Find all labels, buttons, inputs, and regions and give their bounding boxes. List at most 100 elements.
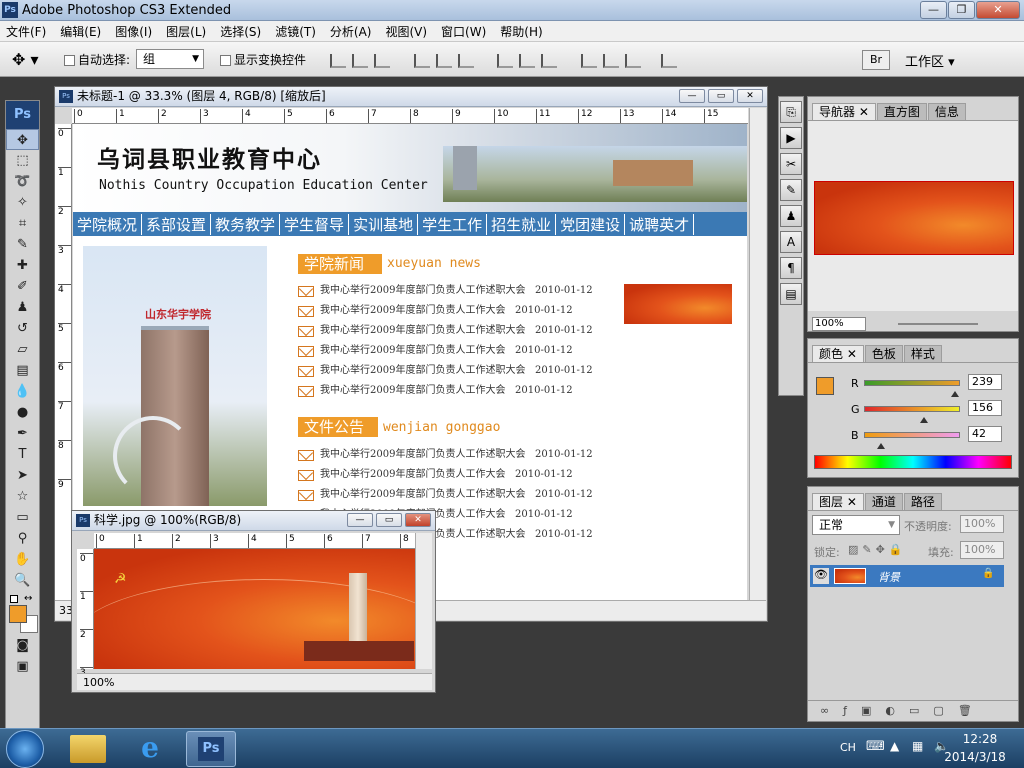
bridge-icon[interactable]: Br	[862, 50, 890, 70]
lock-icons[interactable]: ▨✎✥🔒	[848, 543, 907, 556]
b-value-field[interactable]: 42	[968, 426, 1002, 442]
tab-color[interactable]: 颜色 ✕	[812, 345, 864, 362]
list-item[interactable]: 我中心举行2009年度部门负责人工作述职大会 2010-01-12	[298, 445, 618, 465]
maximize-button[interactable]: ❐	[948, 1, 975, 19]
doc2-vertical-scrollbar[interactable]	[415, 533, 432, 669]
workspace-button[interactable]: 工作区 ▾	[905, 51, 955, 70]
align-top-icon[interactable]	[330, 53, 346, 68]
opacity-field[interactable]: 100%	[960, 515, 1004, 533]
actions-panel-icon[interactable]: ▶	[780, 127, 802, 149]
site-nav-item[interactable]: 教务教学	[211, 213, 281, 235]
g-slider-thumb[interactable]	[919, 413, 928, 423]
clone-stamp-icon[interactable]: ♟	[6, 297, 39, 318]
menu-select[interactable]: 选择(S)	[220, 23, 261, 40]
minimize-button[interactable]: —	[920, 1, 947, 19]
tab-info[interactable]: 信息	[927, 103, 966, 120]
menu-filter[interactable]: 滤镜(T)	[275, 23, 316, 40]
doc-close-button[interactable]: ✕	[737, 89, 763, 103]
distribute-left-icon[interactable]	[580, 53, 597, 68]
gradient-tool-icon[interactable]: ▤	[6, 360, 39, 381]
menu-window[interactable]: 窗口(W)	[441, 23, 486, 40]
clone-source-icon[interactable]: ♟	[780, 205, 802, 227]
tab-histogram[interactable]: 直方图	[876, 103, 927, 120]
move-tool-icon[interactable]: ✥ ▾	[12, 50, 39, 69]
network-icon[interactable]: ▦	[912, 739, 923, 753]
clock-time[interactable]: 12:28	[952, 732, 1008, 746]
auto-align-icon[interactable]	[660, 53, 677, 68]
list-item[interactable]: 我中心举行2009年度部门负责人工作述职大会 2010-01-12	[298, 281, 618, 301]
tool-presets-icon[interactable]: ✂	[780, 153, 802, 175]
auto-select-option[interactable]: 自动选择:	[64, 51, 130, 68]
site-nav-item[interactable]: 招生就业	[487, 213, 557, 235]
eraser-tool-icon[interactable]: ▱	[6, 339, 39, 360]
path-select-icon[interactable]: ➤	[6, 465, 39, 486]
vertical-scrollbar[interactable]	[749, 108, 766, 600]
distribute-hcenter-icon[interactable]	[602, 53, 619, 68]
type-tool-icon[interactable]: T	[6, 444, 39, 465]
dodge-tool-icon[interactable]: ●	[6, 402, 39, 423]
default-colors-icon[interactable]	[10, 595, 18, 603]
menu-image[interactable]: 图像(I)	[115, 23, 152, 40]
pen-tool-icon[interactable]: ✒	[6, 423, 39, 444]
menu-edit[interactable]: 编辑(E)	[60, 23, 101, 40]
shape-tool-icon[interactable]: ☆	[6, 486, 39, 507]
tab-layers[interactable]: 图层 ✕	[812, 493, 864, 510]
auto-select-dropdown[interactable]: 组 ▼	[136, 49, 204, 69]
screen-mode-icon[interactable]: ▣	[6, 656, 39, 677]
align-vcenter-icon[interactable]	[352, 53, 368, 68]
r-value-field[interactable]: 239	[968, 374, 1002, 390]
move-tool-icon[interactable]: ✥	[6, 129, 39, 150]
distribute-top-icon[interactable]	[497, 53, 514, 68]
doc2-close-button[interactable]: ✕	[405, 513, 431, 527]
align-right-icon[interactable]	[457, 53, 474, 68]
magic-wand-tool-icon[interactable]: ✧	[6, 192, 39, 213]
character-panel-icon[interactable]: A	[780, 231, 802, 253]
eye-icon[interactable]: 👁	[813, 568, 829, 584]
list-item[interactable]: 我中心举行2009年度部门负责人工作述职大会 2010-01-12	[298, 321, 618, 341]
healing-brush-icon[interactable]: ✚	[6, 255, 39, 276]
quick-mask-icon[interactable]: ◙	[6, 635, 39, 656]
tab-styles[interactable]: 样式	[903, 345, 942, 362]
hand-tool-icon[interactable]: ✋	[6, 549, 39, 570]
b-slider-thumb[interactable]	[876, 439, 885, 449]
ie-taskbar-icon[interactable]: e	[132, 732, 168, 766]
input-language[interactable]: CH	[840, 741, 856, 754]
g-value-field[interactable]: 156	[968, 400, 1002, 416]
fill-field[interactable]: 100%	[960, 541, 1004, 559]
blend-mode-dropdown[interactable]: 正常 ▼	[812, 515, 900, 535]
doc2-minimize-button[interactable]: —	[347, 513, 373, 527]
brush-tool-icon[interactable]: ✐	[6, 276, 39, 297]
tab-navigator[interactable]: 导航器 ✕	[812, 103, 876, 120]
lasso-tool-icon[interactable]: ➰	[6, 171, 39, 192]
photoshop-taskbar-button[interactable]: Ps	[186, 731, 236, 767]
distribute-bottom-icon[interactable]	[541, 53, 558, 68]
navigator-zoom-field[interactable]: 100%	[812, 317, 866, 331]
show-transform-option[interactable]: 显示变换控件	[220, 51, 306, 68]
layers-footer-icons[interactable]: ∞ƒ▣◐▭▢🗑	[808, 700, 1018, 720]
menu-analysis[interactable]: 分析(A)	[330, 23, 372, 40]
align-bottom-icon[interactable]	[374, 53, 390, 68]
align-left-icon[interactable]	[413, 53, 430, 68]
blur-tool-icon[interactable]: 💧	[6, 381, 39, 402]
list-item[interactable]: 我中心举行2009年度部门负责人工作大会 2010-01-12	[298, 341, 618, 361]
tray-arrow-icon[interactable]: ▲	[890, 739, 899, 753]
list-item[interactable]: 我中心举行2009年度部门负责人工作述职大会 2010-01-12	[298, 485, 618, 505]
r-slider[interactable]	[864, 380, 960, 397]
swap-colors-icon[interactable]: ↔	[24, 593, 32, 604]
site-nav-item[interactable]: 系部设置	[142, 213, 212, 235]
start-button[interactable]	[6, 730, 44, 768]
distribute-right-icon[interactable]	[624, 53, 641, 68]
list-item[interactable]: 我中心举行2009年度部门负责人工作大会 2010-01-12	[298, 465, 618, 485]
site-nav-item[interactable]: 党团建设	[556, 213, 626, 235]
crop-tool-icon[interactable]: ⌗	[6, 213, 39, 234]
marquee-tool-icon[interactable]: ⬚	[6, 150, 39, 171]
list-item[interactable]: 我中心举行2009年度部门负责人工作述职大会 2010-01-12	[298, 361, 618, 381]
site-nav-item[interactable]: 学生督导	[280, 213, 350, 235]
menu-file[interactable]: 文件(F)	[6, 23, 46, 40]
foreground-color-swatch[interactable]	[9, 605, 27, 623]
show-transform-checkbox[interactable]	[220, 55, 231, 66]
distribute-vcenter-icon[interactable]	[519, 53, 536, 68]
navigator-thumbnail[interactable]	[814, 181, 1014, 255]
tab-channels[interactable]: 通道	[864, 493, 903, 510]
brushes-panel-icon[interactable]: ✎	[780, 179, 802, 201]
